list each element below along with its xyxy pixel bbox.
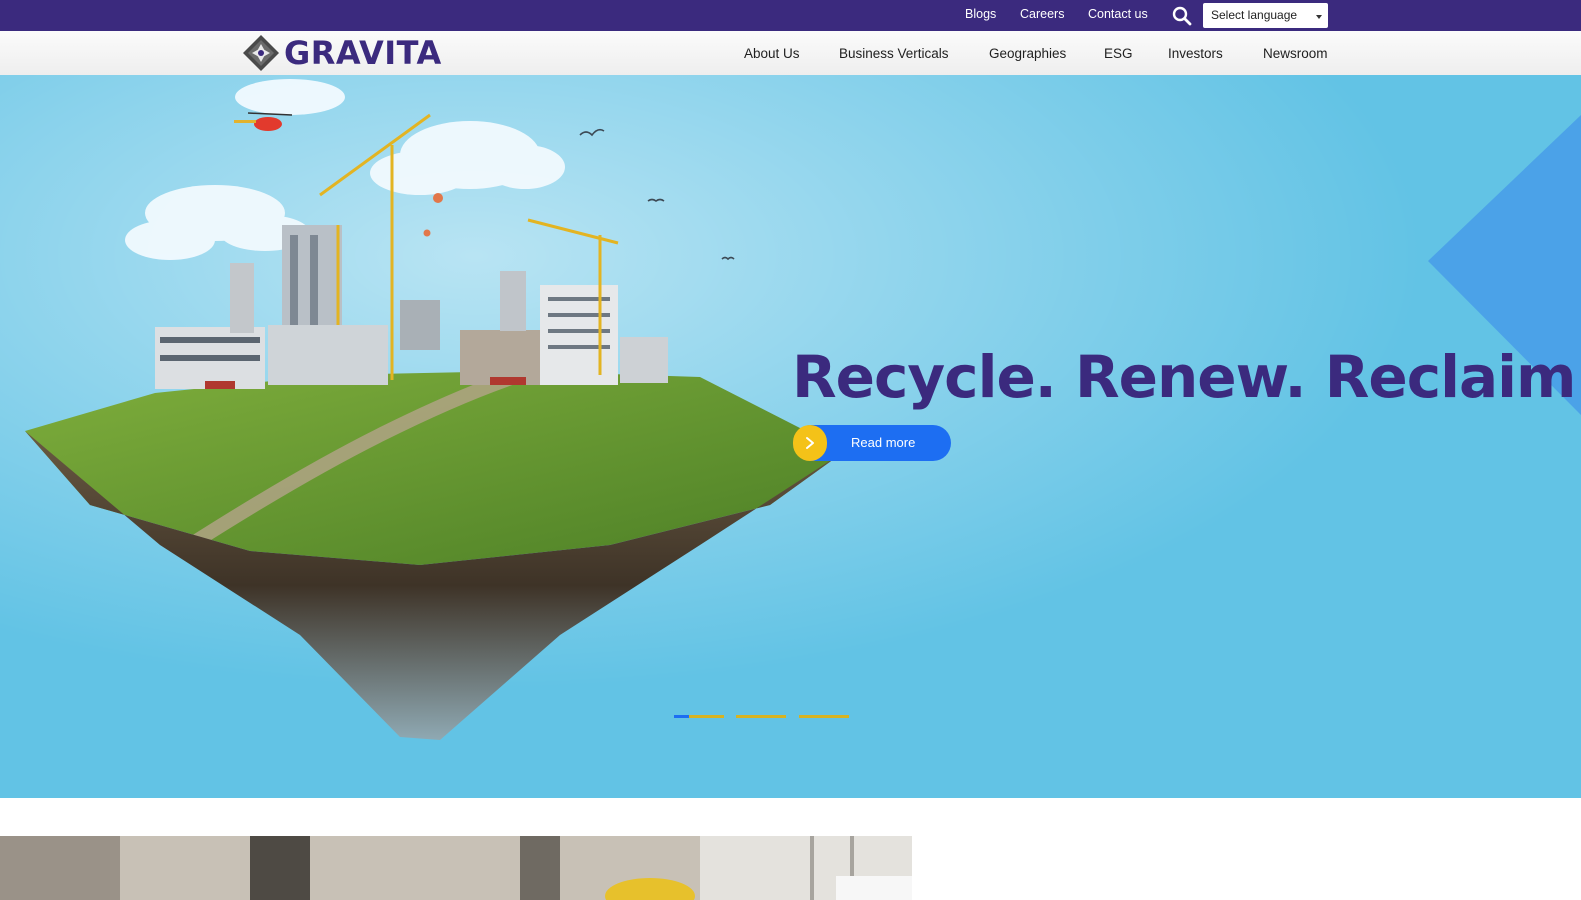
main-navbar: GRAVITA About Us Business Verticals Geog…: [0, 31, 1581, 75]
topbar-link-careers[interactable]: Careers: [1020, 7, 1064, 21]
read-more-label: Read more: [851, 435, 916, 450]
hero-banner: Recycle. Renew. Reclaim. Read more: [0, 75, 1581, 798]
nav-item-investors[interactable]: Investors: [1168, 46, 1223, 61]
top-utility-bar: Blogs Careers Contact us Select language: [0, 0, 1581, 31]
nav-item-business-verticals[interactable]: Business Verticals: [839, 46, 949, 61]
read-more-button[interactable]: Read more: [793, 425, 951, 461]
language-select[interactable]: Select language: [1203, 3, 1328, 28]
logo-wordmark[interactable]: GRAVITA: [284, 34, 442, 72]
section-photo: [0, 836, 912, 900]
slide-indicator-1[interactable]: [674, 715, 724, 718]
search-icon[interactable]: [1170, 4, 1194, 28]
nav-item-geographies[interactable]: Geographies: [989, 46, 1066, 61]
gravita-logo-icon[interactable]: [242, 34, 280, 72]
floating-island-illustration: [0, 75, 1581, 798]
section-card: [836, 876, 912, 900]
topbar-link-contact-us[interactable]: Contact us: [1088, 7, 1148, 21]
nav-item-about-us[interactable]: About Us: [744, 46, 800, 61]
hero-headline: Recycle. Renew. Reclaim.: [792, 343, 1581, 411]
slide-indicator-2[interactable]: [736, 715, 786, 718]
chevron-right-icon: [793, 425, 827, 461]
topbar-link-blogs[interactable]: Blogs: [965, 7, 996, 21]
nav-item-esg[interactable]: ESG: [1104, 46, 1133, 61]
language-select-value: Select language: [1211, 8, 1298, 22]
slide-progress-fill: [674, 715, 689, 718]
slide-indicator-3[interactable]: [799, 715, 849, 718]
nav-item-newsroom[interactable]: Newsroom: [1263, 46, 1328, 61]
chevron-down-icon: [1316, 15, 1322, 19]
